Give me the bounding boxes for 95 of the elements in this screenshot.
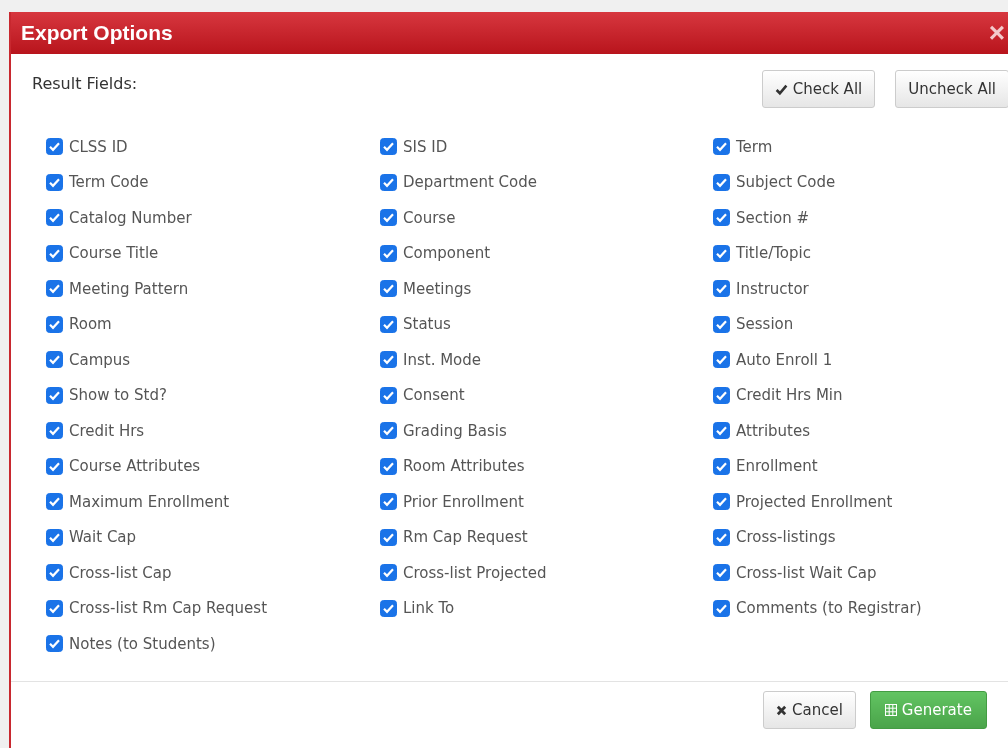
checkbox[interactable] xyxy=(713,386,730,404)
field-label: SIS ID xyxy=(403,137,448,156)
checkbox[interactable] xyxy=(46,564,63,582)
checkbox[interactable] xyxy=(713,493,730,511)
checkbox[interactable] xyxy=(380,315,397,333)
field-label: Subject Code xyxy=(736,173,836,192)
field-label: Consent xyxy=(403,386,465,405)
dialog-title: Export Options xyxy=(21,21,173,45)
field-label: Session xyxy=(736,315,794,334)
field-label: Course Attributes xyxy=(69,457,201,476)
field-label: Maximum Enrollment xyxy=(69,492,230,511)
field-label: Projected Enrollment xyxy=(736,492,893,511)
checkbox[interactable] xyxy=(46,599,63,617)
section-label: Result Fields: xyxy=(32,74,138,93)
checkbox[interactable] xyxy=(46,386,63,404)
checkbox[interactable] xyxy=(46,528,63,546)
checkbox[interactable] xyxy=(380,564,397,582)
field-label: Term xyxy=(736,137,773,156)
check-all-button[interactable]: Check All xyxy=(761,70,876,108)
field-label: Auto Enroll 1 xyxy=(736,350,833,369)
checkbox[interactable] xyxy=(380,457,397,475)
checkbox[interactable] xyxy=(46,173,63,191)
field-label: Course xyxy=(403,208,456,227)
checkbox[interactable] xyxy=(46,138,63,156)
field-label: Attributes xyxy=(736,421,811,440)
checkbox[interactable] xyxy=(46,351,63,369)
field-label: Course Title xyxy=(69,244,159,263)
field-label: Cross-listings xyxy=(736,528,836,547)
checkbox[interactable] xyxy=(380,209,397,227)
field-label: Meeting Pattern xyxy=(69,279,189,298)
uncheck-all-button[interactable]: Uncheck All xyxy=(895,70,1008,108)
cancel-button[interactable]: Cancel xyxy=(763,691,856,729)
checkbox[interactable] xyxy=(713,422,730,440)
field-label: Link To xyxy=(403,599,455,618)
checkbox[interactable] xyxy=(380,386,397,404)
checkbox[interactable] xyxy=(380,244,397,262)
field-label: Instructor xyxy=(736,279,809,298)
field-label: Meetings xyxy=(403,279,472,298)
checkbox[interactable] xyxy=(46,315,63,333)
field-label: Rm Cap Request xyxy=(403,528,528,547)
checkbox[interactable] xyxy=(46,457,63,475)
field-label: Show to Std? xyxy=(69,386,167,405)
field-label: CLSS ID xyxy=(69,137,128,156)
checkbox[interactable] xyxy=(380,351,397,369)
checkbox[interactable] xyxy=(713,564,730,582)
checkbox[interactable] xyxy=(46,493,63,511)
field-label: Credit Hrs xyxy=(69,421,145,440)
checkbox[interactable] xyxy=(380,138,397,156)
checkbox[interactable] xyxy=(713,138,730,156)
field-label: Campus xyxy=(69,350,131,369)
checkbox[interactable] xyxy=(380,493,397,511)
field-label: Inst. Mode xyxy=(403,350,482,369)
field-label: Wait Cap xyxy=(69,528,137,547)
field-label: Room xyxy=(69,315,112,334)
field-label: Component xyxy=(403,244,491,263)
field-label: Section # xyxy=(736,208,810,227)
checkmark-icon xyxy=(774,82,788,96)
field-label: Term Code xyxy=(69,173,149,192)
field-label: Cross-list Rm Cap Request xyxy=(69,599,268,618)
checkbox[interactable] xyxy=(713,280,730,298)
checkbox[interactable] xyxy=(713,315,730,333)
field-label: Cross-list Cap xyxy=(69,563,172,582)
checkbox[interactable] xyxy=(46,209,63,227)
table-icon xyxy=(884,704,897,716)
field-label: Title/Topic xyxy=(736,244,811,263)
checkbox[interactable] xyxy=(713,244,730,262)
checkbox[interactable] xyxy=(713,528,730,546)
checkbox[interactable] xyxy=(380,280,397,298)
field-label: Department Code xyxy=(403,173,537,192)
checkbox[interactable] xyxy=(380,528,397,546)
field-label: Catalog Number xyxy=(69,208,192,227)
field-label: Credit Hrs Min xyxy=(736,386,843,405)
field-label: Notes (to Students) xyxy=(69,634,216,653)
checkbox[interactable] xyxy=(713,457,730,475)
checkbox[interactable] xyxy=(46,635,63,653)
field-label: Enrollment xyxy=(736,457,818,476)
checkbox[interactable] xyxy=(713,173,730,191)
checkbox[interactable] xyxy=(46,422,63,440)
field-label: Room Attributes xyxy=(403,457,525,476)
field-label: Grading Basis xyxy=(403,421,507,440)
close-button[interactable]: × xyxy=(988,19,1005,47)
field-label: Cross-list Projected xyxy=(403,563,547,582)
field-label: Comments (to Registrar) xyxy=(736,599,922,618)
field-label: Prior Enrollment xyxy=(403,492,524,511)
checkbox[interactable] xyxy=(380,422,397,440)
checkbox[interactable] xyxy=(713,209,730,227)
checkbox[interactable] xyxy=(46,244,63,262)
checkbox[interactable] xyxy=(380,599,397,617)
checkbox[interactable] xyxy=(713,351,730,369)
close-icon xyxy=(776,704,787,716)
checkbox[interactable] xyxy=(380,173,397,191)
checkbox[interactable] xyxy=(46,280,63,298)
field-label: Status xyxy=(403,315,451,334)
field-label: Cross-list Wait Cap xyxy=(736,563,877,582)
checkbox[interactable] xyxy=(713,599,730,617)
